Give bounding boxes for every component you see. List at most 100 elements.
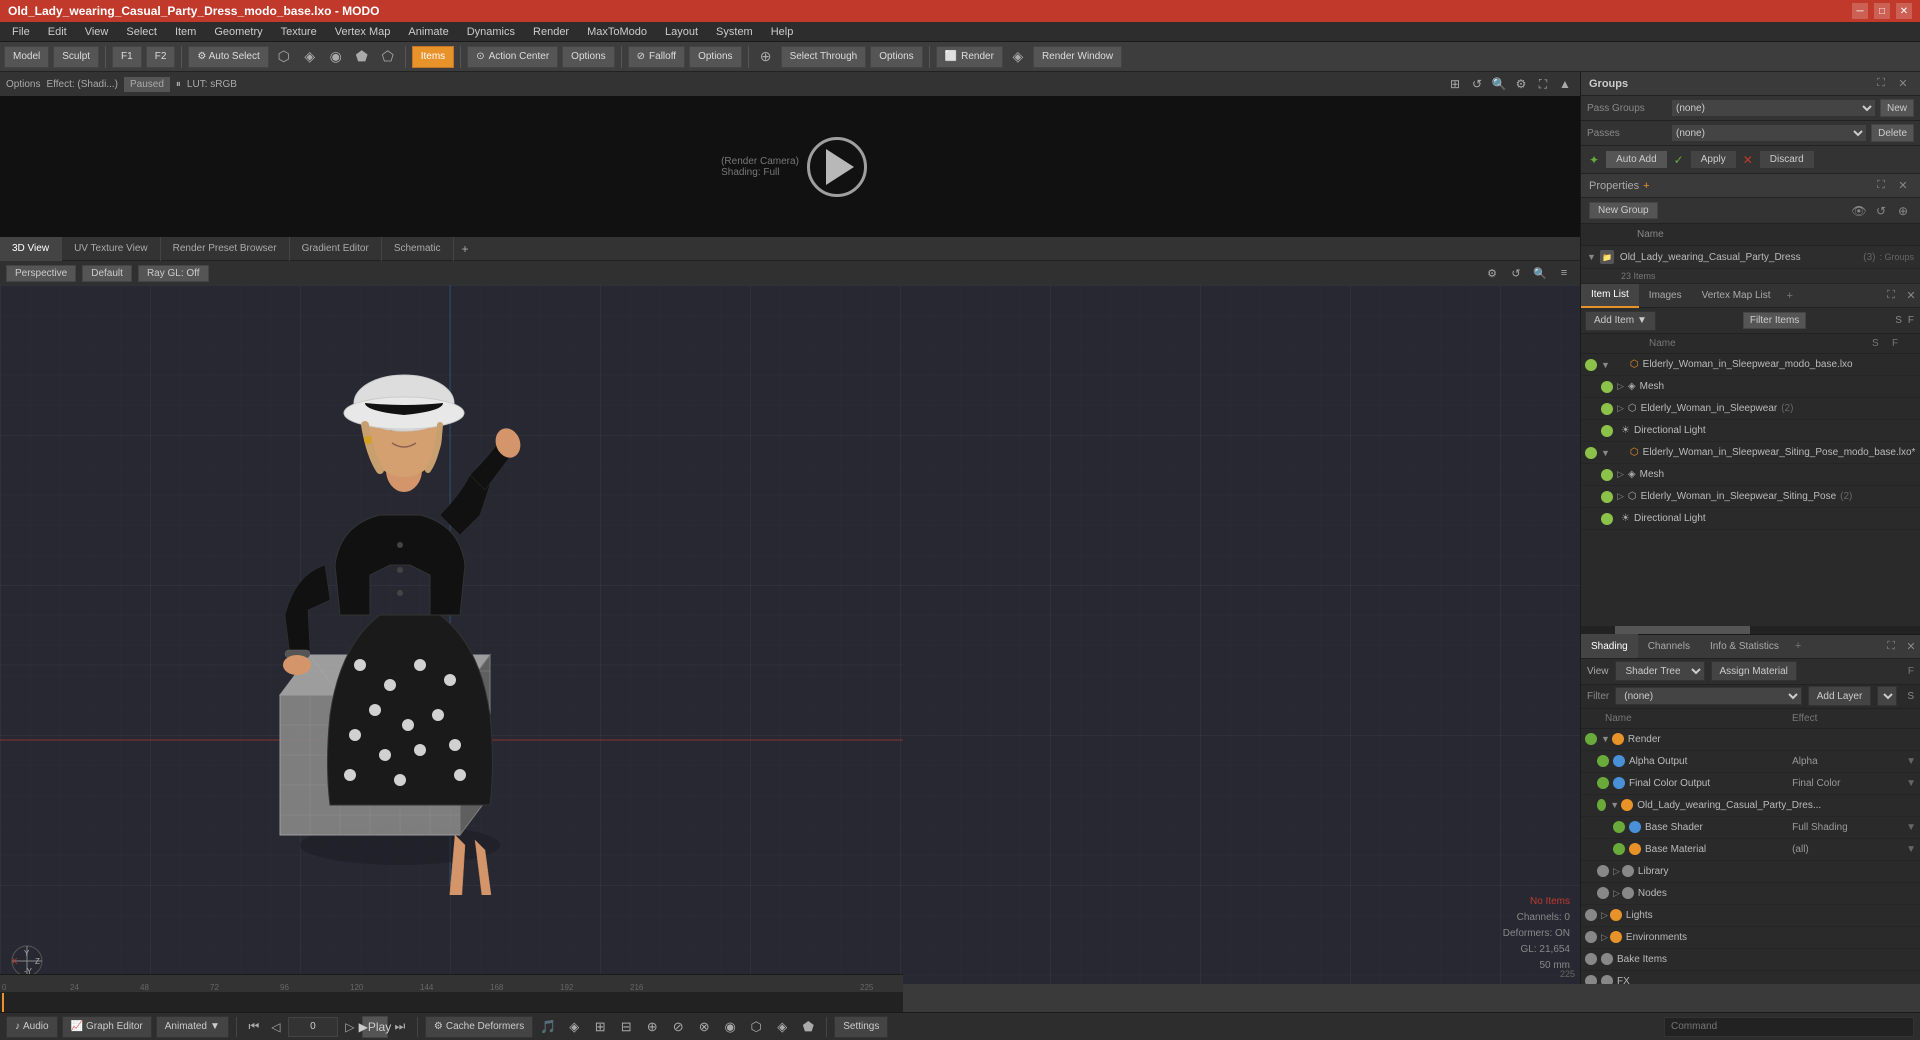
transport-prev[interactable]: ◁ [266, 1017, 286, 1037]
add-layer-button[interactable]: Add Layer [1808, 686, 1872, 706]
sh-expand-environments[interactable]: ▷ [1601, 932, 1608, 943]
sh-arrow-alpha[interactable]: ▼ [1906, 756, 1916, 767]
play-button-main[interactable]: ▶ Play [362, 1016, 388, 1038]
il-item-0[interactable]: ▼ ⬡ Elderly_Woman_in_Sleepwear_modo_base… [1581, 354, 1920, 376]
group-expand-arrow[interactable]: ▼ [1587, 252, 1596, 262]
properties-expand-btn[interactable]: ⛶ [1872, 177, 1890, 195]
tab-3d-view[interactable]: 3D View [0, 237, 62, 261]
menu-system[interactable]: System [708, 24, 761, 40]
passes-select[interactable]: (none) [1671, 124, 1867, 142]
vp-ctrl-zoom[interactable]: 🔍 [1530, 263, 1550, 283]
add-shading-tab[interactable]: + [1789, 636, 1807, 656]
menu-dynamics[interactable]: Dynamics [459, 24, 523, 40]
cache-deformers-button[interactable]: ⚙ Cache Deformers [425, 1016, 533, 1038]
add-viewport-tab[interactable]: + [454, 238, 477, 260]
render-window-button[interactable]: Render Window [1033, 46, 1122, 68]
preview-ctrl-6[interactable]: ▲ [1556, 75, 1574, 93]
f2-button[interactable]: F2 [146, 46, 176, 68]
sh-arrow-final[interactable]: ▼ [1906, 778, 1916, 789]
sh-close-btn[interactable]: ✕ [1902, 637, 1920, 655]
animated-button[interactable]: Animated ▼ [156, 1016, 229, 1038]
sh-filter-select[interactable]: (none) [1615, 687, 1802, 705]
pass-groups-new-btn[interactable]: New [1880, 99, 1914, 117]
bb-icon-8[interactable]: ◉ [719, 1016, 741, 1038]
discard-button[interactable]: Discard [1759, 150, 1815, 169]
toolbar-icon-1[interactable]: ⬡ [273, 46, 295, 68]
il-item-7[interactable]: ☀ Directional Light [1581, 508, 1920, 530]
menu-select[interactable]: Select [118, 24, 165, 40]
menu-file[interactable]: File [4, 24, 38, 40]
settings-button[interactable]: Settings [834, 1016, 888, 1038]
il-item-6[interactable]: ▷ ⬡ Elderly_Woman_in_Sleepwear_Siting_Po… [1581, 486, 1920, 508]
transport-next[interactable]: ▷ [340, 1017, 360, 1037]
vp-ctrl-gear[interactable]: ⚙ [1482, 263, 1502, 283]
select-through-button[interactable]: Select Through [781, 46, 867, 68]
bb-icon-3[interactable]: ⊞ [589, 1016, 611, 1038]
sh-item-render[interactable]: ▼ Render [1581, 729, 1920, 751]
auto-select-button[interactable]: ⚙ Auto Select [188, 46, 268, 68]
bb-icon-11[interactable]: ⬟ [797, 1016, 819, 1038]
transport-skip-start[interactable]: ⏮ [244, 1017, 264, 1037]
select-through-icon[interactable]: ⊕ [755, 46, 777, 68]
tab-gradient-editor[interactable]: Gradient Editor [290, 237, 382, 261]
bb-icon-10[interactable]: ◈ [771, 1016, 793, 1038]
sh-item-base-shader[interactable]: Base Shader Full Shading ▼ [1581, 817, 1920, 839]
add-item-button[interactable]: Add Item ▼ [1585, 311, 1656, 331]
preview-ctrl-3[interactable]: 🔍 [1490, 75, 1508, 93]
sh-item-alpha-output[interactable]: Alpha Output Alpha ▼ [1581, 751, 1920, 773]
il-expand-6[interactable]: ▷ [1617, 491, 1624, 502]
sh-item-bake[interactable]: Bake Items [1581, 949, 1920, 971]
menu-edit[interactable]: Edit [40, 24, 75, 40]
groups-icon-1[interactable]: 👁 [1850, 202, 1868, 220]
il-item-3[interactable]: ☀ Directional Light [1581, 420, 1920, 442]
groups-expand-btn[interactable]: ⛶ [1872, 75, 1890, 93]
bb-icon-1[interactable]: 🎵 [537, 1016, 559, 1038]
bb-icon-2[interactable]: ◈ [563, 1016, 585, 1038]
tab-uv-texture-view[interactable]: UV Texture View [62, 237, 161, 261]
sh-arrow-base-material[interactable]: ▼ [1906, 844, 1916, 855]
perspective-button[interactable]: Perspective [6, 265, 76, 282]
il-expand-5[interactable]: ▷ [1617, 469, 1624, 480]
preview-ctrl-5[interactable]: ⛶ [1534, 75, 1552, 93]
toolbar-icon-5[interactable]: ⬠ [377, 46, 399, 68]
sh-expand-library[interactable]: ▷ [1613, 866, 1620, 877]
item-list-h-scrollbar[interactable] [1581, 626, 1920, 634]
sh-item-library[interactable]: ▷ Library [1581, 861, 1920, 883]
sh-expand-render[interactable]: ▼ [1601, 734, 1610, 744]
preview-ctrl-2[interactable]: ↺ [1468, 75, 1486, 93]
options-button-3[interactable]: Options [870, 46, 922, 68]
play-button[interactable] [807, 137, 867, 197]
options-button-2[interactable]: Options [689, 46, 741, 68]
sh-expand-btn[interactable]: ⛶ [1882, 637, 1900, 655]
options-button-1[interactable]: Options [562, 46, 614, 68]
sh-expand-nodes[interactable]: ▷ [1613, 888, 1620, 899]
command-input[interactable] [1664, 1017, 1914, 1037]
transport-skip-end[interactable]: ⏭ [390, 1017, 410, 1037]
tab-images[interactable]: Images [1639, 284, 1692, 308]
tab-schematic[interactable]: Schematic [382, 237, 454, 261]
toolbar-icon-3[interactable]: ◉ [325, 46, 347, 68]
pass-groups-select[interactable]: (none) [1671, 99, 1876, 117]
il-close-btn[interactable]: ✕ [1902, 287, 1920, 305]
preview-ctrl-4[interactable]: ⚙ [1512, 75, 1530, 93]
toolbar-icon-4[interactable]: ⬟ [351, 46, 373, 68]
il-expand-4[interactable]: ▼ [1601, 448, 1610, 458]
sh-item-nodes[interactable]: ▷ Nodes [1581, 883, 1920, 905]
il-expand-btn[interactable]: ⛶ [1882, 287, 1900, 305]
sh-item-final-color[interactable]: Final Color Output Final Color ▼ [1581, 773, 1920, 795]
close-button[interactable]: ✕ [1896, 3, 1912, 19]
vp-ctrl-settings[interactable]: ≡ [1554, 263, 1574, 283]
apply-button[interactable]: Apply [1690, 150, 1737, 169]
il-expand-1[interactable]: ▷ [1617, 381, 1624, 392]
bb-icon-6[interactable]: ⊘ [667, 1016, 689, 1038]
properties-close-btn[interactable]: ✕ [1894, 177, 1912, 195]
tab-vertex-map-list[interactable]: Vertex Map List [1692, 284, 1781, 308]
sh-expand-lights[interactable]: ▷ [1601, 910, 1608, 921]
il-item-2[interactable]: ▷ ⬡ Elderly_Woman_in_Sleepwear (2) [1581, 398, 1920, 420]
menu-maxtomodo[interactable]: MaxToModo [579, 24, 655, 40]
menu-help[interactable]: Help [763, 24, 802, 40]
menu-layout[interactable]: Layout [657, 24, 706, 40]
timeline-track[interactable] [0, 993, 903, 1013]
sh-expand-old-lady[interactable]: ▼ [1610, 800, 1619, 810]
auto-add-button[interactable]: Auto Add [1605, 150, 1668, 169]
